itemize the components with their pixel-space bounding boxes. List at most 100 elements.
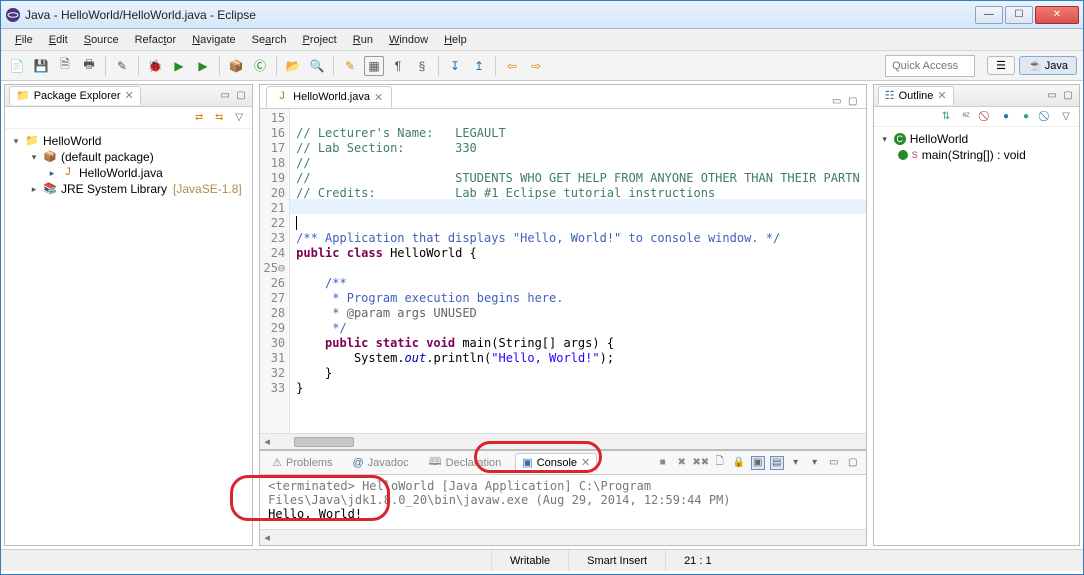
save-all-icon[interactable]: 🗎	[55, 56, 75, 76]
max-bottom-icon[interactable]: ▢	[846, 456, 860, 470]
maximize-editor-icon[interactable]: ▢	[846, 94, 860, 108]
max-outline-icon[interactable]: ▢	[1061, 89, 1075, 103]
outline-class-node[interactable]: ▾ C HelloWorld	[880, 131, 1073, 147]
status-insert: Smart Insert	[568, 550, 665, 571]
remove-all-icon[interactable]: ✖✖	[694, 456, 708, 470]
project-node[interactable]: ▾ 📁 HelloWorld	[11, 133, 246, 149]
prev-annotation-icon[interactable]: ↥	[469, 56, 489, 76]
horizontal-scrollbar[interactable]: ◂	[260, 433, 866, 449]
back-icon[interactable]: ⇦	[502, 56, 522, 76]
link-editor-icon[interactable]: ⇆	[212, 111, 226, 125]
collapse-all-icon[interactable]: ⇄	[192, 111, 206, 125]
class-icon: C	[894, 133, 906, 145]
java-perspective-button[interactable]: ☕ Java	[1019, 56, 1077, 75]
show-whitespace-icon[interactable]: ¶	[388, 56, 408, 76]
close-editor-tab-icon[interactable]: ✕	[374, 91, 383, 104]
outline-method-node[interactable]: S main(String[]) : void	[880, 147, 1073, 163]
editor-body[interactable]: 1516171819202122232425⊖2627282930313233 …	[260, 109, 866, 433]
coverage-icon[interactable]: ▶	[193, 56, 213, 76]
close-tab-icon[interactable]: ✕	[125, 89, 134, 102]
wand-icon[interactable]: ✎	[112, 56, 132, 76]
toggle-block-icon[interactable]: ▦	[364, 56, 384, 76]
minimize-editor-icon[interactable]: ▭	[830, 94, 844, 108]
jre-label: JRE System Library	[61, 182, 167, 196]
status-writable: Writable	[491, 550, 568, 571]
menu-run[interactable]: Run	[345, 32, 381, 48]
outline-menu-icon[interactable]: ▽	[1059, 109, 1073, 123]
console-header-line: <terminated> HelloWorld [Java Applicatio…	[268, 479, 858, 507]
declaration-tab[interactable]: 🕮Declaration	[423, 451, 508, 474]
javadoc-tab[interactable]: @Javadoc	[347, 455, 415, 471]
forward-icon[interactable]: ⇨	[526, 56, 546, 76]
separator	[138, 56, 139, 76]
quick-access-input[interactable]	[885, 55, 975, 77]
search-icon[interactable]: 🔍	[307, 56, 327, 76]
menu-help[interactable]: Help	[436, 32, 475, 48]
perspective-label: Java	[1045, 60, 1068, 72]
console-text: Hello, World!	[268, 507, 858, 521]
hide-nonpublic-icon[interactable]: ●	[1019, 109, 1033, 123]
menu-window[interactable]: Window	[381, 32, 436, 48]
package-explorer-tab[interactable]: 📁 Package Explorer ✕	[9, 86, 141, 105]
menu-project[interactable]: Project	[295, 32, 345, 48]
new-console-icon[interactable]: ▾	[808, 456, 822, 470]
scroll-lock-icon[interactable]: 🔒	[732, 456, 746, 470]
eclipse-icon	[5, 7, 21, 23]
maximize-view-icon[interactable]: ▢	[234, 89, 248, 103]
new-icon[interactable]: 📄	[7, 56, 27, 76]
next-annotation-icon[interactable]: ↧	[445, 56, 465, 76]
method-icon	[898, 150, 908, 160]
close-console-tab-icon[interactable]: ✕	[581, 456, 590, 469]
open-type-icon[interactable]: 📂	[283, 56, 303, 76]
hide-fields-icon[interactable]: ⃠	[979, 109, 993, 123]
editor-tab-helloworld[interactable]: J HelloWorld.java ✕	[266, 86, 392, 108]
debug-icon[interactable]: 🐞	[145, 56, 165, 76]
outline-class-label: HelloWorld	[910, 132, 968, 146]
save-icon[interactable]: 💾	[31, 56, 51, 76]
min-outline-icon[interactable]: ▭	[1045, 89, 1059, 103]
console-output[interactable]: <terminated> HelloWorld [Java Applicatio…	[260, 475, 866, 529]
outline-tab[interactable]: ☷ Outline ✕	[878, 86, 954, 105]
hide-static-icon[interactable]: ●	[999, 109, 1013, 123]
close-button[interactable]: ✕	[1035, 6, 1079, 24]
minimize-view-icon[interactable]: ▭	[218, 89, 232, 103]
problems-tab[interactable]: ⚠Problems	[266, 454, 338, 471]
minimize-button[interactable]: —	[975, 6, 1003, 24]
sort-icon[interactable]: ⇅	[939, 109, 953, 123]
menu-navigate[interactable]: Navigate	[184, 32, 243, 48]
file-node[interactable]: ▸ J HelloWorld.java	[11, 165, 246, 181]
jre-node[interactable]: ▸ 📚 JRE System Library [JavaSE-1.8]	[11, 181, 246, 197]
toggle-mark-icon[interactable]: ✎	[340, 56, 360, 76]
menu-file[interactable]: File	[7, 32, 41, 48]
code-area[interactable]: // Lecturer's Name: LEGAULT // Lab Secti…	[290, 109, 866, 433]
clear-console-icon[interactable]: 🗋	[713, 456, 727, 470]
maximize-button[interactable]: ☐	[1005, 6, 1033, 24]
open-perspective-button[interactable]: ☰	[987, 56, 1015, 75]
print-icon[interactable]: 🖶	[79, 56, 99, 76]
menu-refactor[interactable]: Refactor	[127, 32, 185, 48]
separator	[495, 56, 496, 76]
min-bottom-icon[interactable]: ▭	[827, 456, 841, 470]
outline-panel: ☷ Outline ✕ ▭ ▢ ⇅ ᵃᶻ ⃠ ● ● ⃠ ▽ ▾ C Hello…	[873, 84, 1080, 546]
console-scrollbar[interactable]: ◂	[260, 529, 866, 545]
package-icon: 📁	[16, 89, 30, 102]
console-tab[interactable]: ▣Console ✕	[515, 453, 597, 472]
az-icon[interactable]: ᵃᶻ	[959, 109, 973, 123]
display-selected-icon[interactable]: ▤	[770, 456, 784, 470]
hide-local-icon[interactable]: ⃠	[1039, 109, 1053, 123]
new-package-icon[interactable]: 📦	[226, 56, 246, 76]
console-icon: ▣	[522, 456, 532, 469]
paragraph-icon[interactable]: §	[412, 56, 432, 76]
run-icon[interactable]: ▶	[169, 56, 189, 76]
menu-search[interactable]: Search	[244, 32, 295, 48]
open-console-icon[interactable]: ▾	[789, 456, 803, 470]
remove-launch-icon[interactable]: ✖	[675, 456, 689, 470]
menu-source[interactable]: Source	[76, 32, 127, 48]
terminate-icon[interactable]: ■	[656, 456, 670, 470]
menu-edit[interactable]: Edit	[41, 32, 76, 48]
close-outline-icon[interactable]: ✕	[937, 89, 946, 102]
default-package-node[interactable]: ▾ 📦 (default package)	[11, 149, 246, 165]
pin-console-icon[interactable]: ▣	[751, 456, 765, 470]
view-menu-icon[interactable]: ▽	[232, 111, 246, 125]
new-class-icon[interactable]: Ⓒ	[250, 56, 270, 76]
